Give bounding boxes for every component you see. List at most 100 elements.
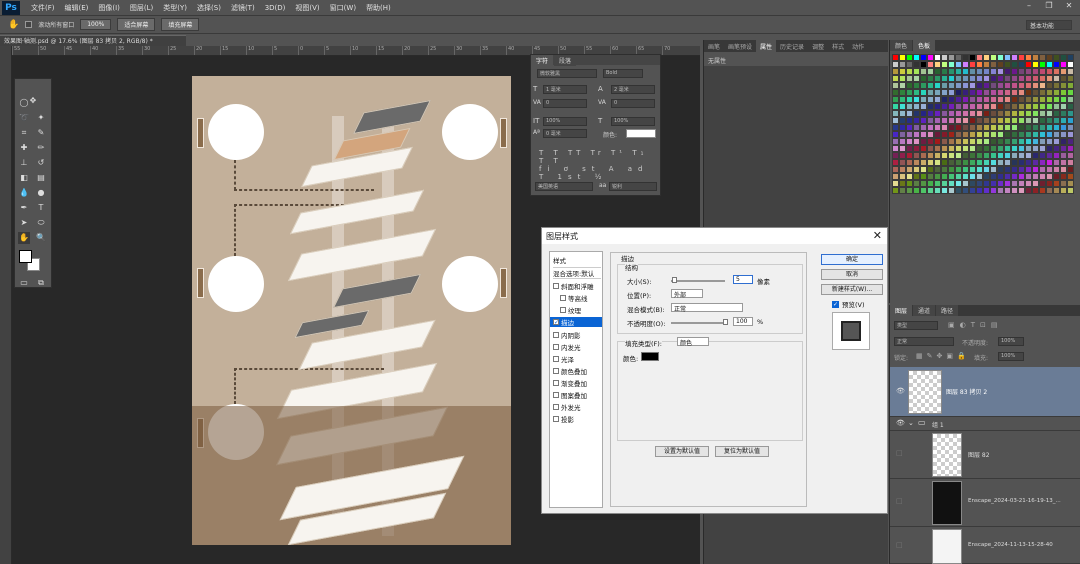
minimize-icon[interactable]: –: [1022, 1, 1036, 13]
swatch-chip[interactable]: [990, 145, 997, 152]
swatch-chip[interactable]: [1032, 96, 1039, 103]
lock-icons[interactable]: ▦✎✥▣🔒: [916, 352, 970, 360]
swatch-chip[interactable]: [983, 110, 990, 117]
checkbox[interactable]: [553, 344, 559, 350]
swatch-chip[interactable]: [892, 54, 899, 61]
layer-name[interactable]: Enscape_2024-11-13-15-28-40: [968, 542, 1053, 548]
swatch-chip[interactable]: [1039, 124, 1046, 131]
swatch-chip[interactable]: [1060, 68, 1067, 75]
swatch-chip[interactable]: [1039, 145, 1046, 152]
swatch-chip[interactable]: [941, 54, 948, 61]
swatch-chip[interactable]: [1039, 61, 1046, 68]
swatch-chip[interactable]: [1060, 152, 1067, 159]
swatch-chip[interactable]: [913, 103, 920, 110]
swatch-chip[interactable]: [941, 138, 948, 145]
menu-file[interactable]: 文件(F): [26, 3, 60, 13]
swatch-chip[interactable]: [941, 145, 948, 152]
menu-image[interactable]: 图像(I): [93, 3, 125, 13]
swatch-chip[interactable]: [1039, 89, 1046, 96]
swatch-chip[interactable]: [955, 138, 962, 145]
swatch-chip[interactable]: [1032, 110, 1039, 117]
swatch-chip[interactable]: [906, 131, 913, 138]
swatch-chip[interactable]: [934, 173, 941, 180]
checkbox[interactable]: [553, 356, 559, 362]
swatch-chip[interactable]: [920, 145, 927, 152]
swatch-chip[interactable]: [962, 124, 969, 131]
swatch-chip[interactable]: [990, 89, 997, 96]
swatch-chip[interactable]: [969, 103, 976, 110]
size-input[interactable]: 5: [733, 275, 753, 284]
swatch-chip[interactable]: [1004, 89, 1011, 96]
swatch-chip[interactable]: [969, 152, 976, 159]
swatch-chip[interactable]: [934, 145, 941, 152]
style-item-drop-shadow[interactable]: 投影: [553, 414, 574, 424]
ok-button[interactable]: 确定: [821, 254, 883, 265]
swatch-chip[interactable]: [983, 75, 990, 82]
menu-view[interactable]: 视图(V): [290, 3, 324, 13]
swatch-chip[interactable]: [1067, 89, 1074, 96]
zoom-100-button[interactable]: 100%: [80, 19, 112, 30]
swatch-chip[interactable]: [920, 124, 927, 131]
lasso-tool-icon[interactable]: ➰: [18, 112, 30, 124]
blur-tool-icon[interactable]: 💧: [18, 187, 30, 199]
swatch-chip[interactable]: [899, 173, 906, 180]
swatch-chip[interactable]: [948, 61, 955, 68]
swatch-chip[interactable]: [934, 75, 941, 82]
swatch-chip[interactable]: [1067, 75, 1074, 82]
swatch-chip[interactable]: [927, 152, 934, 159]
swatch-chip[interactable]: [997, 54, 1004, 61]
style-item-inner-glow[interactable]: 内发光: [553, 342, 581, 352]
swatch-chip[interactable]: [906, 96, 913, 103]
swatch-chip[interactable]: [1011, 96, 1018, 103]
swatch-chip[interactable]: [990, 180, 997, 187]
menu-select[interactable]: 选择(S): [192, 3, 226, 13]
swatch-chip[interactable]: [927, 61, 934, 68]
swatch-chip[interactable]: [1025, 54, 1032, 61]
swatch-chip[interactable]: [1025, 96, 1032, 103]
checkbox[interactable]: [553, 380, 559, 386]
swatch-chip[interactable]: [1046, 124, 1053, 131]
swatch-chip[interactable]: [1032, 173, 1039, 180]
swatch-chip[interactable]: [969, 96, 976, 103]
swatch-chip[interactable]: [976, 131, 983, 138]
swatch-chip[interactable]: [1018, 82, 1025, 89]
swatch-chip[interactable]: [990, 152, 997, 159]
swatch-chip[interactable]: [1025, 187, 1032, 194]
swatch-chip[interactable]: [899, 124, 906, 131]
swatch-chip[interactable]: [990, 103, 997, 110]
swatch-chip[interactable]: [962, 159, 969, 166]
swatch-chip[interactable]: [1053, 110, 1060, 117]
tab-swatches[interactable]: 色板: [913, 40, 936, 51]
swatch-chip[interactable]: [983, 145, 990, 152]
swatch-chip[interactable]: [906, 117, 913, 124]
swatch-chip[interactable]: [913, 82, 920, 89]
swatch-chip[interactable]: [892, 152, 899, 159]
swatch-chip[interactable]: [969, 180, 976, 187]
swatch-chip[interactable]: [976, 173, 983, 180]
swatch-chip[interactable]: [955, 180, 962, 187]
swatch-chip[interactable]: [969, 75, 976, 82]
swatch-chip[interactable]: [1067, 145, 1074, 152]
swatch-chip[interactable]: [955, 54, 962, 61]
swatch-chip[interactable]: [892, 117, 899, 124]
swatch-chip[interactable]: [962, 103, 969, 110]
swatch-chip[interactable]: [1018, 96, 1025, 103]
swatch-chip[interactable]: [941, 131, 948, 138]
swatch-chip[interactable]: [906, 166, 913, 173]
swatch-chip[interactable]: [927, 124, 934, 131]
swatch-chip[interactable]: [899, 103, 906, 110]
swatch-chip[interactable]: [1053, 152, 1060, 159]
swatch-chip[interactable]: [983, 89, 990, 96]
checkbox[interactable]: [553, 368, 559, 374]
healing-brush-icon[interactable]: ✚: [18, 142, 30, 154]
swatch-chip[interactable]: [990, 187, 997, 194]
swatch-chip[interactable]: [955, 75, 962, 82]
menu-window[interactable]: 窗口(W): [325, 3, 361, 13]
swatch-chip[interactable]: [934, 82, 941, 89]
swatch-chip[interactable]: [920, 131, 927, 138]
swatch-chip[interactable]: [941, 82, 948, 89]
swatch-chip[interactable]: [1067, 180, 1074, 187]
swatch-chip[interactable]: [892, 180, 899, 187]
swatch-chip[interactable]: [906, 82, 913, 89]
swatch-chip[interactable]: [955, 103, 962, 110]
